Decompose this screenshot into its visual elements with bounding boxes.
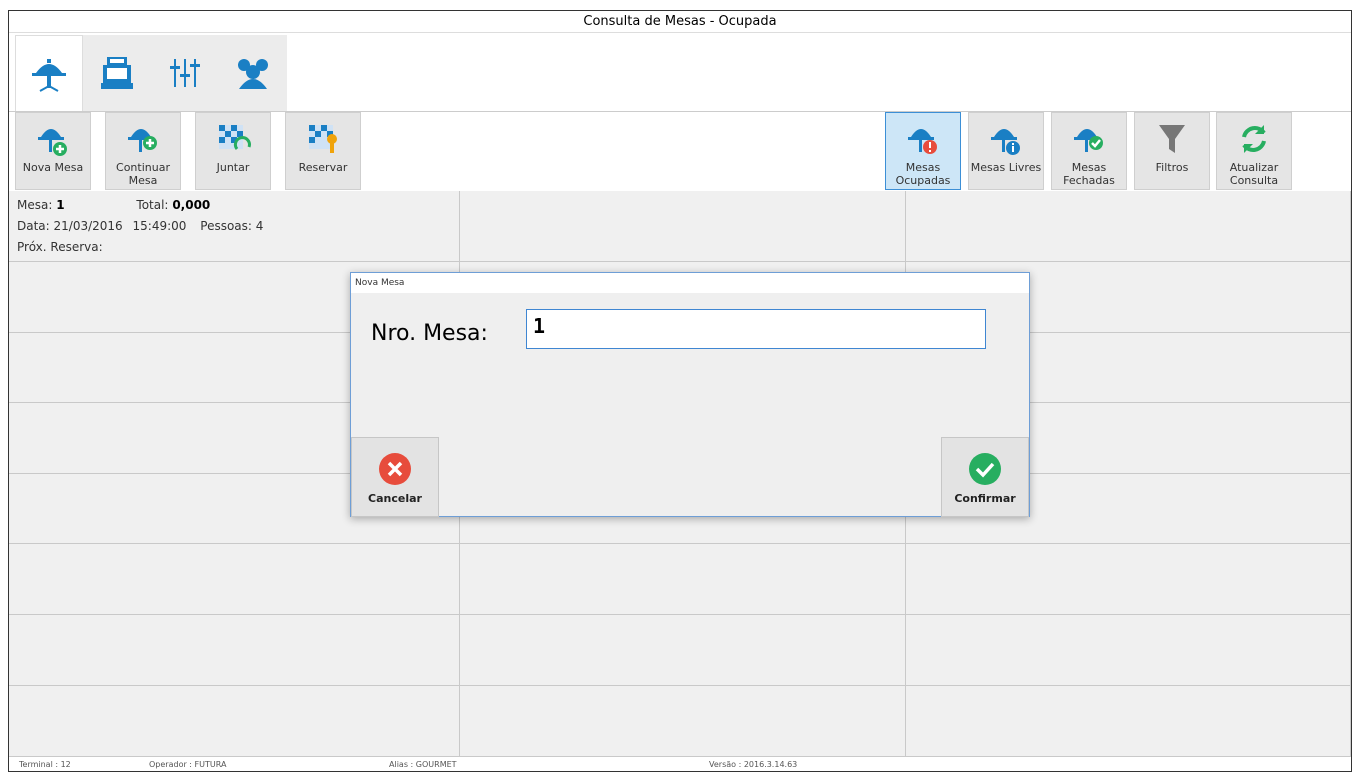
operador-value: FUTURA: [194, 760, 227, 769]
terminal-value: 12: [60, 760, 71, 769]
mesas-fechadas-button[interactable]: Mesas Fechadas: [1051, 112, 1127, 190]
cancel-label: Cancelar: [368, 492, 422, 505]
table-check-icon: [1074, 129, 1103, 152]
continuar-mesa-label: Continuar Mesa: [116, 161, 170, 187]
continuar-mesa-button[interactable]: Continuar Mesa: [105, 112, 181, 190]
check-icon: [969, 453, 1001, 485]
tab-settings[interactable]: [151, 35, 219, 111]
status-bar: Terminal : 12 Operador : FUTURA Alias : …: [9, 759, 1351, 773]
table-add-icon: [38, 129, 67, 156]
data-label: Data:: [17, 219, 50, 233]
alias-status: Alias : GOURMET: [389, 760, 457, 769]
versao-status: Versão : 2016.3.14.63: [709, 760, 797, 769]
versao-label: Versão :: [709, 760, 742, 769]
reserva-label: Próx. Reserva:: [17, 240, 103, 254]
confirm-button[interactable]: Confirmar: [941, 437, 1029, 517]
atualizar-consulta-button[interactable]: Atualizar Consulta: [1216, 112, 1292, 190]
users-icon: [238, 59, 268, 89]
versao-value: 2016.3.14.63: [743, 760, 798, 769]
window-title: Consulta de Mesas - Ocupada: [9, 11, 1351, 33]
operador-label: Operador :: [149, 760, 192, 769]
table-cell[interactable]: [460, 615, 906, 686]
mesas-livres-button[interactable]: Mesas Livres: [968, 112, 1044, 190]
nova-mesa-dialog: Nova Mesa Nro. Mesa: 1 Cancelar Confirma…: [350, 272, 1030, 517]
nro-mesa-input[interactable]: 1: [526, 309, 986, 349]
table-cell[interactable]: [460, 191, 906, 262]
cash-register-icon: [101, 57, 133, 89]
atualizar-consulta-label: Atualizar Consulta: [1229, 161, 1279, 187]
reserve-key-icon: [309, 125, 337, 153]
tab-users[interactable]: [219, 35, 287, 111]
table-add-icon: [128, 129, 157, 152]
mesas-fechadas-label: Mesas Fechadas: [1063, 161, 1115, 187]
table-icon: [32, 58, 66, 92]
sliders-icon: [170, 59, 200, 87]
mesas-ocupadas-label: Mesas Ocupadas: [895, 161, 951, 187]
cancel-button[interactable]: Cancelar: [351, 437, 439, 517]
table-warning-icon: [908, 129, 937, 154]
table-cell[interactable]: [460, 686, 906, 757]
pessoas-value: 4: [255, 219, 264, 233]
table-cell[interactable]: [9, 615, 460, 686]
top-navigation: [15, 35, 287, 111]
total-value: 0,000: [172, 198, 211, 212]
filter-icon: [1159, 125, 1185, 153]
dialog-title: Nova Mesa: [351, 273, 1029, 293]
refresh-icon: [1242, 125, 1266, 153]
table-cell[interactable]: [906, 615, 1351, 686]
operador-status: Operador : FUTURA: [149, 760, 226, 769]
confirm-label: Confirmar: [954, 492, 1016, 505]
tab-tables[interactable]: [15, 35, 83, 111]
juntar-label: Juntar: [216, 161, 250, 174]
reservar-label: Reservar: [298, 161, 348, 174]
nro-mesa-label: Nro. Mesa:: [371, 321, 488, 346]
data-value: 21/03/2016: [53, 219, 123, 233]
alias-label: Alias :: [389, 760, 414, 769]
tab-cashier[interactable]: [83, 35, 151, 111]
table-cell[interactable]: [906, 544, 1351, 615]
alias-value: GOURMET: [415, 760, 457, 769]
table-cell[interactable]: [9, 686, 460, 757]
reservar-button[interactable]: Reservar: [285, 112, 361, 190]
mesas-livres-label: Mesas Livres: [970, 161, 1042, 174]
table-cell[interactable]: [460, 544, 906, 615]
nova-mesa-button[interactable]: Nova Mesa: [15, 112, 91, 190]
mesa-value: 1: [56, 198, 65, 212]
nova-mesa-label: Nova Mesa: [22, 161, 84, 174]
merge-checker-icon: [219, 125, 251, 150]
terminal-label: Terminal :: [19, 760, 59, 769]
table-card[interactable]: Mesa: 1 Total: 0,000 Data: 21/03/2016 15…: [9, 191, 460, 262]
hora-value: 15:49:00: [132, 219, 187, 233]
mesa-label: Mesa:: [17, 198, 53, 212]
terminal-status: Terminal : 12: [19, 760, 71, 769]
pessoas-label: Pessoas:: [200, 219, 252, 233]
close-icon: [379, 453, 411, 485]
table-cell[interactable]: [906, 686, 1351, 757]
juntar-button[interactable]: Juntar: [195, 112, 271, 190]
table-cell[interactable]: [9, 544, 460, 615]
filtros-button[interactable]: Filtros: [1134, 112, 1210, 190]
mesas-ocupadas-button[interactable]: Mesas Ocupadas: [885, 112, 961, 190]
filtros-label: Filtros: [1155, 161, 1189, 174]
table-info-icon: [991, 129, 1020, 155]
total-label: Total:: [136, 198, 169, 212]
toolbar: Nova Mesa Continuar Mesa Juntar Reservar…: [9, 111, 1351, 191]
table-cell[interactable]: [906, 191, 1351, 262]
